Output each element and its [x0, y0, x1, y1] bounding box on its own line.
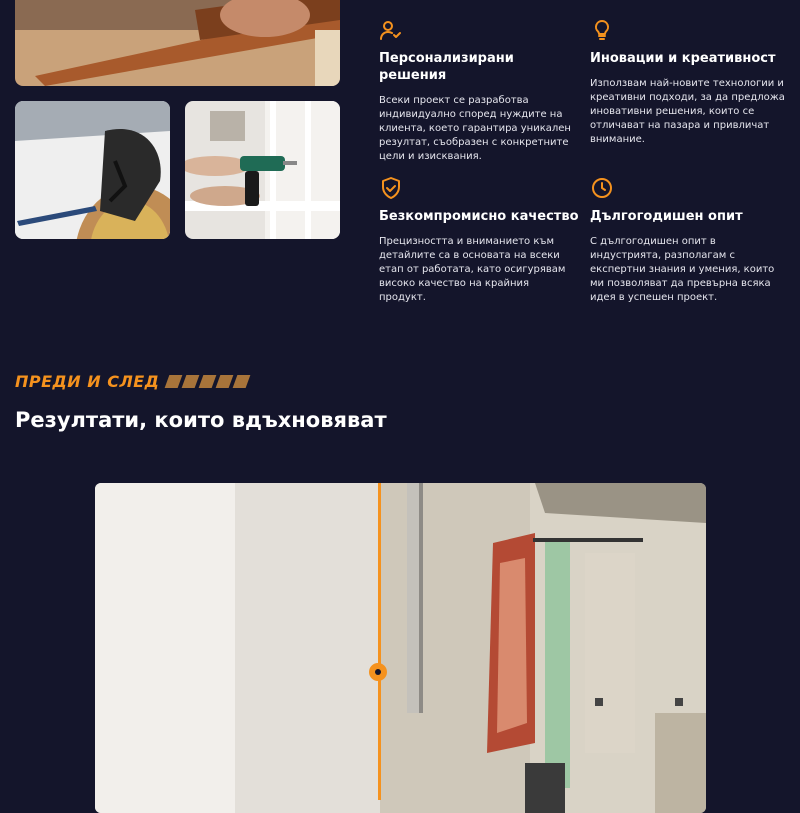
- carpentry-photo: [15, 0, 340, 86]
- feature-text: С дългогодишен опит в индустрията, разпо…: [590, 236, 775, 303]
- feature-personalized: Персонализирани решения Всеки проект се …: [379, 18, 579, 164]
- slider-handle[interactable]: [369, 663, 387, 681]
- feature-title: Безкомпромисно качество: [379, 209, 579, 224]
- shield-check-icon: [382, 177, 400, 199]
- feature-quality: Безкомпромисно качество Прецизността и в…: [379, 176, 579, 305]
- section-eyebrow: ПРЕДИ И СЛЕД: [15, 372, 251, 391]
- clock-icon: [592, 178, 612, 198]
- slider-divider-line: [378, 483, 381, 800]
- feature-title: Дългогодишен опит: [590, 209, 743, 224]
- feature-text: Всеки проект се разработва индивидуално …: [379, 95, 571, 162]
- lightbulb-icon: [594, 19, 610, 40]
- eyebrow-stripes: [165, 375, 251, 388]
- feature-experience: Дългогодишен опит С дългогодишен опит в …: [590, 176, 790, 305]
- drill-photo: [185, 101, 340, 239]
- before-after-slider[interactable]: [95, 483, 706, 813]
- feature-text: Използвам най-новите технологии и креати…: [590, 78, 785, 145]
- user-check-icon: [380, 21, 401, 40]
- gloved-hand-photo: [15, 101, 170, 239]
- feature-title: Иновации и креативност: [590, 51, 776, 66]
- eyebrow-label: ПРЕДИ И СЛЕД: [15, 372, 160, 391]
- section-headline: Резултати, които вдъхновяват: [15, 408, 387, 432]
- feature-innovation: Иновации и креативност Използвам най-нов…: [590, 18, 790, 147]
- feature-title: Персонализирани решения: [379, 51, 514, 83]
- feature-text: Прецизността и вниманието към детайлите …: [379, 236, 566, 303]
